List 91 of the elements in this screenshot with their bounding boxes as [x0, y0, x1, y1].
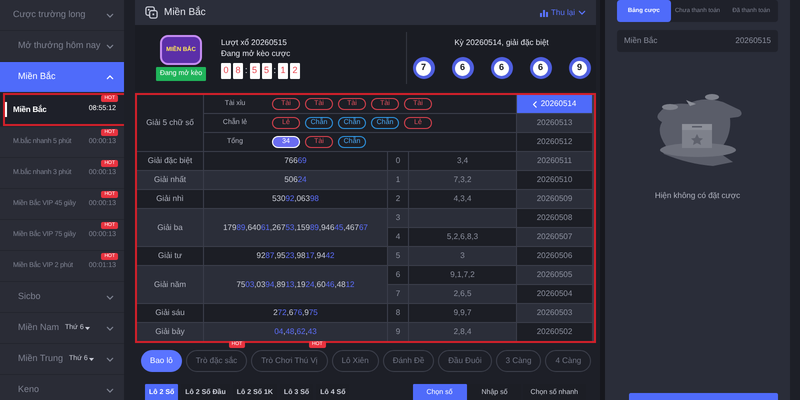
menu-item[interactable]: Cược trường long [0, 0, 124, 31]
game-tab[interactable]: Trò đặc sắc [186, 350, 248, 372]
last-result-title: Kỳ 20260514, giải đặc biệt [454, 37, 549, 49]
table-cell: 17989,64061,26753,15989,94645,46767 [204, 209, 387, 246]
menu-item[interactable]: Miền Bắc [0, 62, 124, 93]
chevron-left-icon [532, 100, 537, 108]
chevron-icon [106, 356, 114, 362]
period-item[interactable]: 20260510 [517, 171, 592, 189]
game-tab[interactable]: 4 Càng [545, 350, 592, 372]
period-item[interactable]: 20260512 [517, 133, 592, 151]
table-cell: Giải tư [137, 247, 203, 265]
countdown-digit: 1 [278, 63, 288, 79]
table-cell: 4 [388, 228, 408, 246]
period-item[interactable]: 20260511 [517, 152, 592, 170]
table-cell: 9 [388, 323, 408, 341]
table-cell: 7 [388, 285, 408, 303]
period-item[interactable]: 20260509 [517, 190, 592, 208]
table-cell: 5 [388, 247, 408, 265]
collapse-button[interactable]: Thu lại [540, 6, 586, 18]
time-separator: : [245, 64, 248, 78]
chevron-icon [106, 388, 114, 392]
table-cell: 9287,9523,9817,9442 [204, 247, 387, 265]
round-label: Lượt xổ 20260515 [221, 37, 288, 48]
game-tab[interactable]: Đánh Đề [382, 350, 434, 372]
period-item[interactable]: 20260507 [517, 228, 592, 246]
game-tab[interactable]: Lô Xiên [332, 350, 379, 372]
chevron-icon [578, 10, 586, 15]
period-item[interactable]: 20260505 [517, 266, 592, 284]
period-item[interactable]: 20260514 [517, 95, 592, 113]
bar-chart-icon [540, 8, 548, 16]
table-cell: Giải đặc biệt [137, 152, 203, 170]
table-cell: 3 [409, 247, 516, 265]
table-cell: 6 [388, 266, 408, 284]
table-cell: Giải ba [137, 209, 203, 246]
dice-icon [145, 6, 158, 19]
menu-item[interactable]: Keno [0, 375, 124, 400]
caret-icon [88, 358, 94, 360]
table-cell: 9,9,7 [409, 304, 516, 322]
countdown-digit: 2 [290, 63, 300, 79]
page-title: Miền Bắc [164, 5, 206, 20]
time-separator: : [274, 64, 276, 78]
empty-message: Hiện không có đặt cược [654, 190, 742, 202]
table-cell: 272,676,975 [204, 304, 387, 322]
period-item[interactable]: 20260508 [517, 209, 592, 227]
chevron-icon [106, 294, 114, 300]
table-cell: 9,1,7,2 [409, 266, 516, 284]
table-cell: 50624 [204, 171, 387, 189]
period-item[interactable]: 20260513 [517, 114, 592, 132]
period-item[interactable]: 20260502 [517, 323, 592, 341]
table-cell: 0 [388, 152, 408, 170]
table-cell: 4,3,4 [409, 190, 516, 208]
round-status: Đang mở kèo cược [221, 48, 292, 59]
table-cell: Giải nhì [137, 190, 203, 208]
bet-button[interactable] [629, 393, 778, 400]
chevron-icon [106, 74, 114, 80]
table-cell: 53092,06398 [204, 190, 387, 208]
period-item[interactable]: 20260506 [517, 247, 592, 265]
table-cell: 5,2,6,8,3 [409, 228, 516, 246]
table-cell: 04,48,62,43 [204, 323, 387, 341]
chevron-icon [106, 12, 114, 18]
countdown-digit: 5 [262, 63, 272, 79]
table-cell: 2 [388, 190, 408, 208]
table-cell: 2,6,5 [409, 285, 516, 303]
table-cell: Giải sáu [137, 304, 203, 322]
chevron-icon [106, 44, 114, 48]
period-item[interactable]: 20260503 [517, 304, 592, 322]
period-number: 20260515 [735, 35, 771, 47]
game-tab[interactable]: Bao lô [141, 350, 182, 372]
game-tab[interactable]: Đầu Đuôi [438, 350, 492, 372]
table-cell: 1 [388, 171, 408, 189]
menu-item[interactable]: Sicbo [0, 282, 124, 313]
table-cell: 76669 [204, 152, 387, 170]
table-cell: 7503,0394,8913,1924,6046,4812 [204, 266, 387, 303]
countdown-digit: 8 [233, 63, 243, 79]
table-cell: 3,4 [409, 152, 516, 170]
countdown-digit: 0 [221, 63, 231, 79]
game-tab[interactable]: 3 Càng [496, 350, 542, 372]
table-cell: Giải bảy [137, 323, 203, 341]
caret-icon [84, 326, 90, 330]
table-cell: 8 [388, 304, 408, 322]
period-item[interactable]: 20260504 [517, 285, 592, 303]
table-cell: 7,3,2 [409, 171, 516, 189]
game-tab[interactable]: Trò Chơi Thú Vị [251, 350, 328, 372]
countdown-digit: 5 [250, 63, 260, 79]
table-cell: Giải nhất [137, 171, 203, 189]
table-cell: 2,8,4 [409, 323, 516, 341]
table-cell: 3 [388, 209, 408, 227]
game-name: Miền Bắc [624, 35, 658, 47]
table-cell: Giải năm [137, 266, 203, 303]
chevron-icon [106, 326, 114, 330]
table-cell: Giải 5 chữ số [137, 95, 203, 151]
